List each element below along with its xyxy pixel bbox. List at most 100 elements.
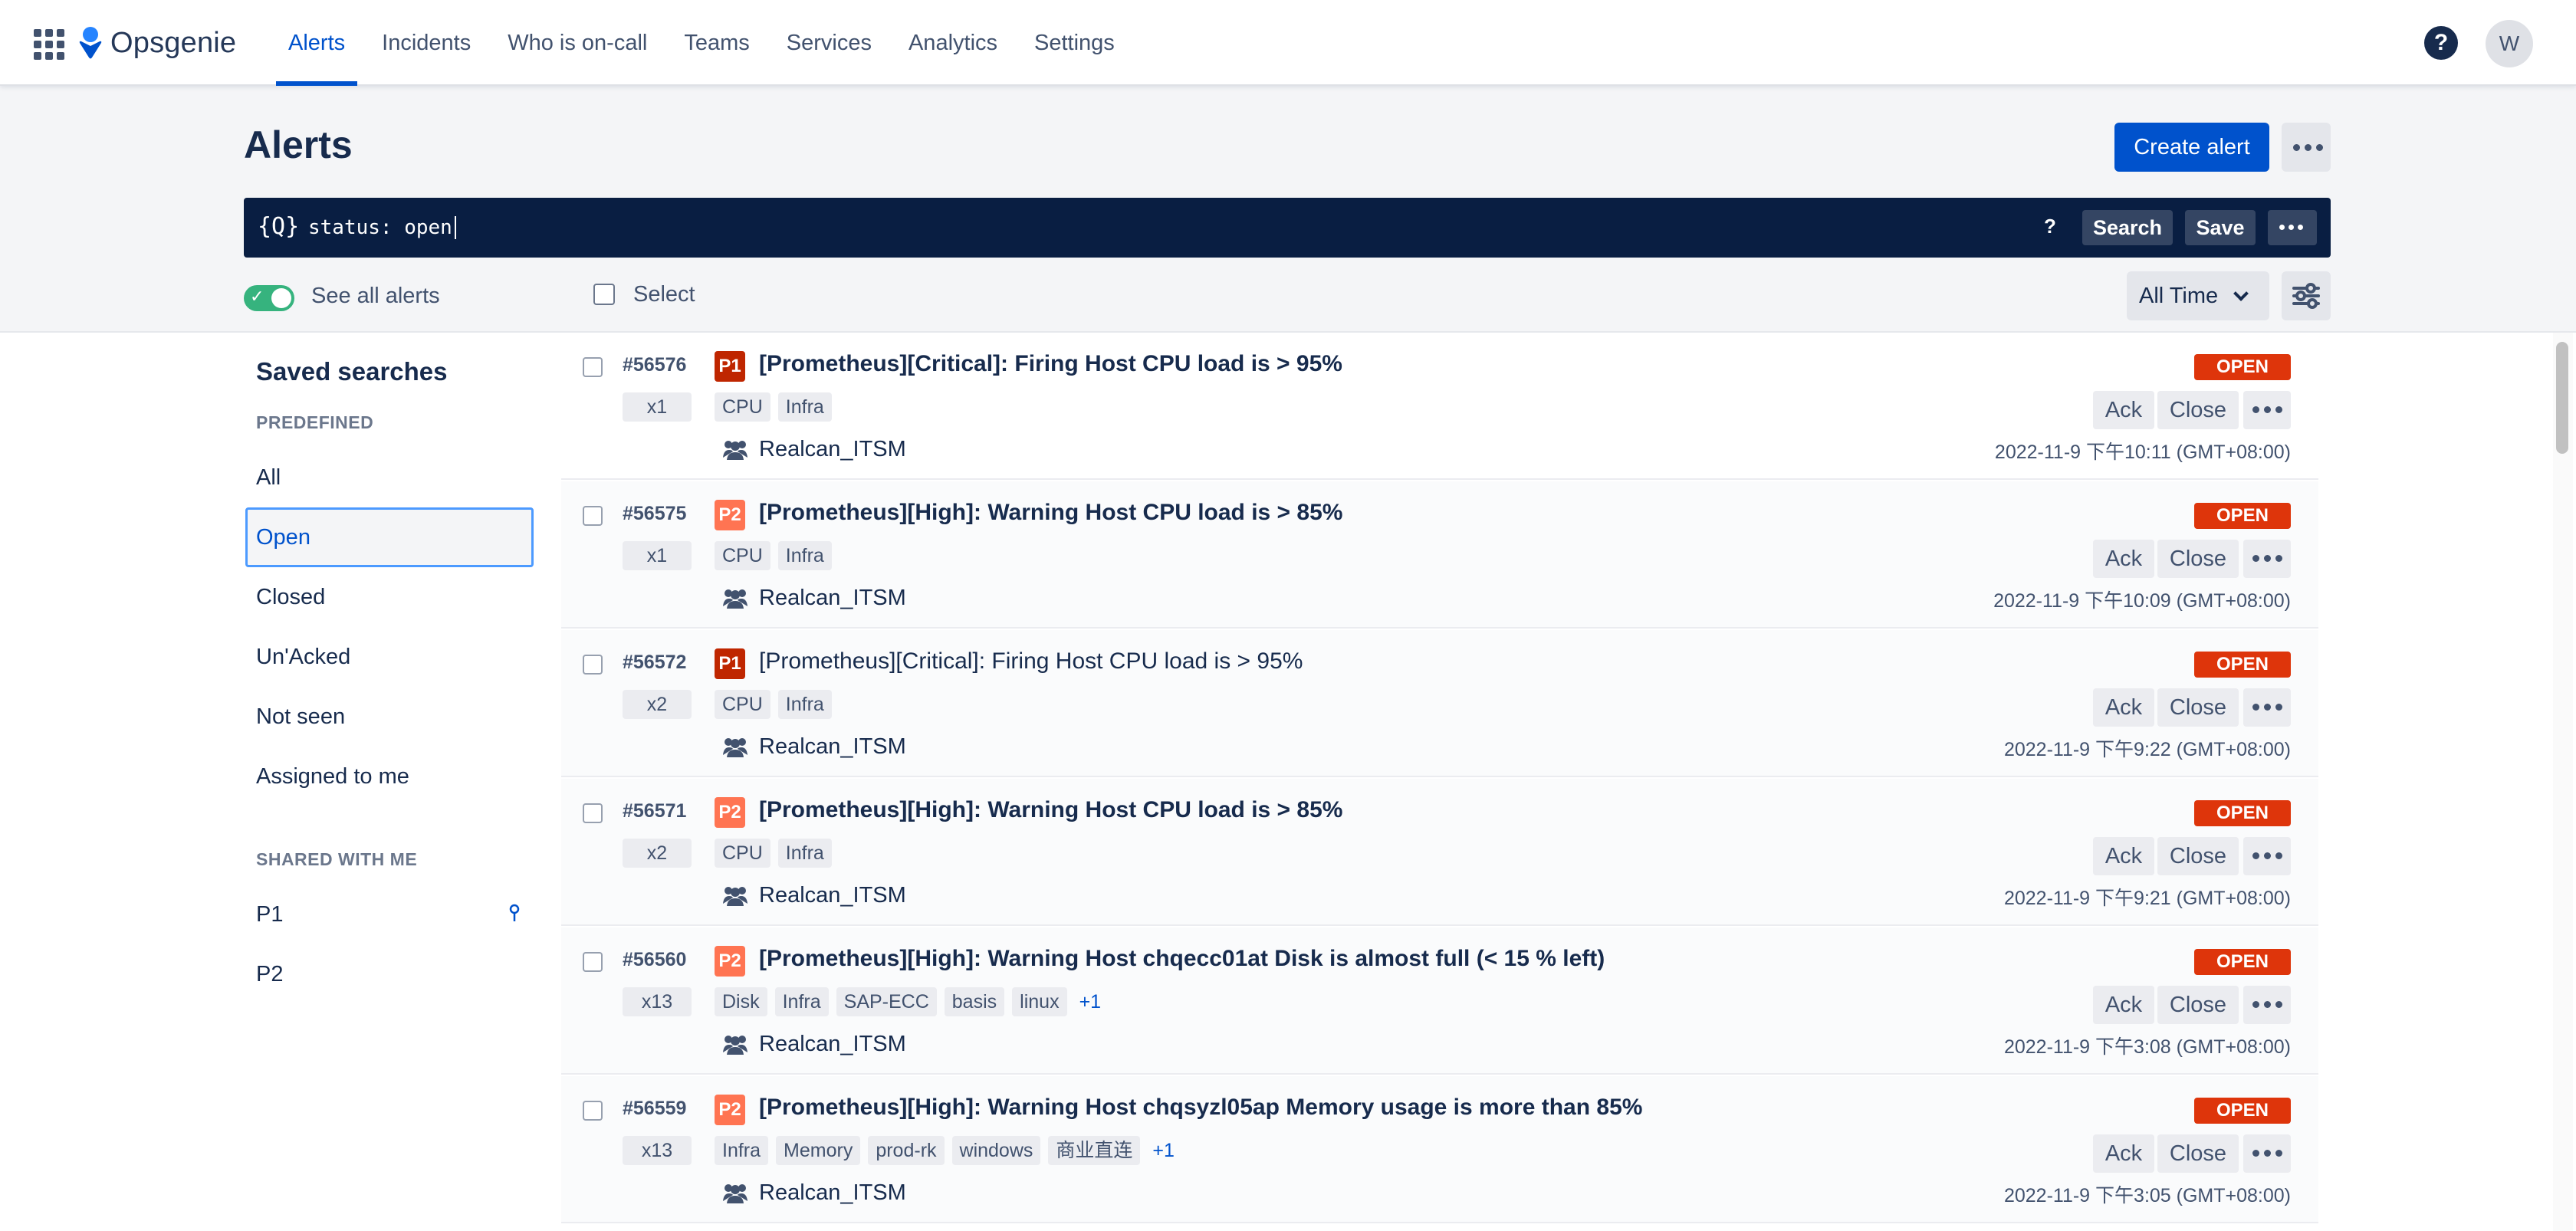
alert-tiny-id[interactable]: #56572 xyxy=(623,652,686,674)
alert-tiny-id[interactable]: #56571 xyxy=(623,800,686,822)
alert-checkbox[interactable] xyxy=(583,506,603,526)
alert-more-button[interactable] xyxy=(2243,1134,2291,1173)
alert-title[interactable]: [Prometheus][Critical]: Firing Host CPU … xyxy=(759,648,1303,675)
alert-timestamp: 2022-11-9 下午9:22 (GMT+08:00) xyxy=(2003,739,2291,760)
alert-row[interactable]: #56572 x2 P1 [Prometheus][Critical]: Firing… xyxy=(561,630,2318,777)
app-switcher-icon[interactable] xyxy=(34,29,64,60)
close-button[interactable]: Close xyxy=(2157,688,2239,727)
see-all-alerts-toggle[interactable]: ✓ xyxy=(244,285,294,311)
close-button[interactable]: Close xyxy=(2157,1134,2239,1173)
alert-title[interactable]: [Prometheus][High]: Warning Host chqsyzl… xyxy=(759,1095,1642,1121)
saved-search-not-seen[interactable]: Not seen xyxy=(245,687,534,747)
alert-tag[interactable]: Infra xyxy=(777,690,832,719)
alert-tag[interactable]: Infra xyxy=(777,541,832,570)
alert-more-button[interactable] xyxy=(2243,540,2291,578)
alert-tag[interactable]: Memory xyxy=(776,1136,861,1165)
ack-button[interactable]: Ack xyxy=(2093,837,2154,875)
alert-checkbox[interactable] xyxy=(583,357,603,377)
saved-search-unacked[interactable]: Un'Acked xyxy=(245,627,534,687)
alert-tag[interactable]: CPU xyxy=(715,839,770,868)
saved-search-shared-p2[interactable]: P2 xyxy=(245,944,534,1004)
alert-more-button[interactable] xyxy=(2243,391,2291,429)
alert-row[interactable]: #56575 x1 P2 [Prometheus][High]: Warning Ho… xyxy=(561,481,2318,629)
ack-button[interactable]: Ack xyxy=(2093,1134,2154,1173)
alert-title[interactable]: [Prometheus][High]: Warning Host CPU loa… xyxy=(759,500,1342,526)
saved-search-open[interactable]: Open xyxy=(245,507,534,567)
create-alert-button[interactable]: Create alert xyxy=(2114,123,2269,172)
help-icon[interactable]: ? xyxy=(2424,26,2458,60)
save-search-button[interactable]: Save xyxy=(2185,210,2256,245)
alert-more-button[interactable] xyxy=(2243,986,2291,1024)
nav-tab-settings[interactable]: Settings xyxy=(1016,0,1133,86)
alert-tag[interactable]: Infra xyxy=(777,839,832,868)
alert-tiny-id[interactable]: #56559 xyxy=(623,1098,686,1120)
alert-tiny-id[interactable]: #56575 xyxy=(623,503,686,525)
toggle-knob xyxy=(271,288,291,308)
alert-more-button[interactable] xyxy=(2243,837,2291,875)
scrollbar[interactable] xyxy=(2553,333,2573,1231)
saved-search-assigned-to-me[interactable]: Assigned to me xyxy=(245,747,534,806)
more-tags-link[interactable]: +1 xyxy=(1075,991,1102,1013)
user-avatar[interactable]: W xyxy=(2486,20,2533,67)
alert-checkbox[interactable] xyxy=(583,1101,603,1121)
more-icon xyxy=(2252,1001,2282,1008)
alert-tag[interactable]: CPU xyxy=(715,541,770,570)
alert-row[interactable]: #56576 x1 P1 [Prometheus][Critical]: Firing… xyxy=(561,333,2318,480)
alert-checkbox[interactable] xyxy=(583,803,603,823)
page-more-actions-button[interactable] xyxy=(2282,123,2331,172)
select-all-checkbox[interactable] xyxy=(593,284,615,305)
filter-settings-button[interactable] xyxy=(2282,271,2331,320)
ack-button[interactable]: Ack xyxy=(2093,986,2154,1024)
alert-tiny-id[interactable]: #56576 xyxy=(623,354,686,376)
time-range-dropdown[interactable]: All Time xyxy=(2127,271,2269,320)
scrollbar-thumb[interactable] xyxy=(2556,342,2568,454)
alert-tag[interactable]: CPU xyxy=(715,392,770,422)
alert-row[interactable]: #56571 x2 P2 [Prometheus][High]: Warning Ho… xyxy=(561,779,2318,926)
alert-count-badge: x1 xyxy=(623,392,692,422)
alert-checkbox[interactable] xyxy=(583,952,603,972)
alert-tag[interactable]: basis xyxy=(944,987,1005,1016)
alert-tag[interactable]: prod-rk xyxy=(868,1136,945,1165)
team-icon xyxy=(723,738,748,757)
nav-tab-analytics[interactable]: Analytics xyxy=(890,0,1016,86)
ack-button[interactable]: Ack xyxy=(2093,540,2154,578)
alert-row[interactable]: #56560 x13 P2 [Prometheus][High]: Warning H… xyxy=(561,927,2318,1075)
nav-tab-incidents[interactable]: Incidents xyxy=(363,0,489,86)
close-button[interactable]: Close xyxy=(2157,391,2239,429)
close-button[interactable]: Close xyxy=(2157,540,2239,578)
alert-tag[interactable]: SAP-ECC xyxy=(836,987,937,1016)
alert-tag[interactable]: windows xyxy=(951,1136,1041,1165)
alert-tag[interactable]: Infra xyxy=(715,1136,769,1165)
alert-tag[interactable]: Infra xyxy=(777,392,832,422)
nav-tab-who-is-on-call[interactable]: Who is on-call xyxy=(489,0,665,86)
alert-tag[interactable]: linux xyxy=(1012,987,1067,1016)
saved-search-closed[interactable]: Closed xyxy=(245,567,534,627)
search-button[interactable]: Search xyxy=(2082,210,2173,245)
alert-tag[interactable]: 商业直连 xyxy=(1048,1136,1141,1165)
pin-icon[interactable] xyxy=(509,903,520,926)
alert-tag[interactable]: Disk xyxy=(715,987,767,1016)
alert-tag[interactable]: Infra xyxy=(774,987,829,1016)
saved-search-all[interactable]: All xyxy=(245,448,534,507)
alert-title[interactable]: [Prometheus][High]: Warning Host CPU loa… xyxy=(759,797,1342,823)
saved-search-shared-p1[interactable]: P1 xyxy=(245,885,534,944)
close-button[interactable]: Close xyxy=(2157,986,2239,1024)
alert-tag[interactable]: CPU xyxy=(715,690,770,719)
search-more-button[interactable] xyxy=(2268,210,2317,245)
opsgenie-logo[interactable]: Opsgenie xyxy=(78,23,236,63)
alert-checkbox[interactable] xyxy=(583,655,603,675)
ack-button[interactable]: Ack xyxy=(2093,391,2154,429)
search-query-input[interactable]: status: open xyxy=(308,216,456,239)
nav-tab-alerts[interactable]: Alerts xyxy=(270,0,363,86)
alert-row[interactable]: #56559 x13 P2 [Prometheus][High]: Warning H… xyxy=(561,1076,2318,1223)
nav-tab-teams[interactable]: Teams xyxy=(665,0,767,86)
ack-button[interactable]: Ack xyxy=(2093,688,2154,727)
alert-title[interactable]: [Prometheus][Critical]: Firing Host CPU … xyxy=(759,351,1342,377)
close-button[interactable]: Close xyxy=(2157,837,2239,875)
query-help-icon[interactable]: ? xyxy=(2044,215,2056,238)
nav-tab-services[interactable]: Services xyxy=(768,0,890,86)
alert-title[interactable]: [Prometheus][High]: Warning Host chqecc0… xyxy=(759,946,1605,972)
alert-tiny-id[interactable]: #56560 xyxy=(623,949,686,971)
more-tags-link[interactable]: +1 xyxy=(1148,1140,1175,1162)
alert-more-button[interactable] xyxy=(2243,688,2291,727)
